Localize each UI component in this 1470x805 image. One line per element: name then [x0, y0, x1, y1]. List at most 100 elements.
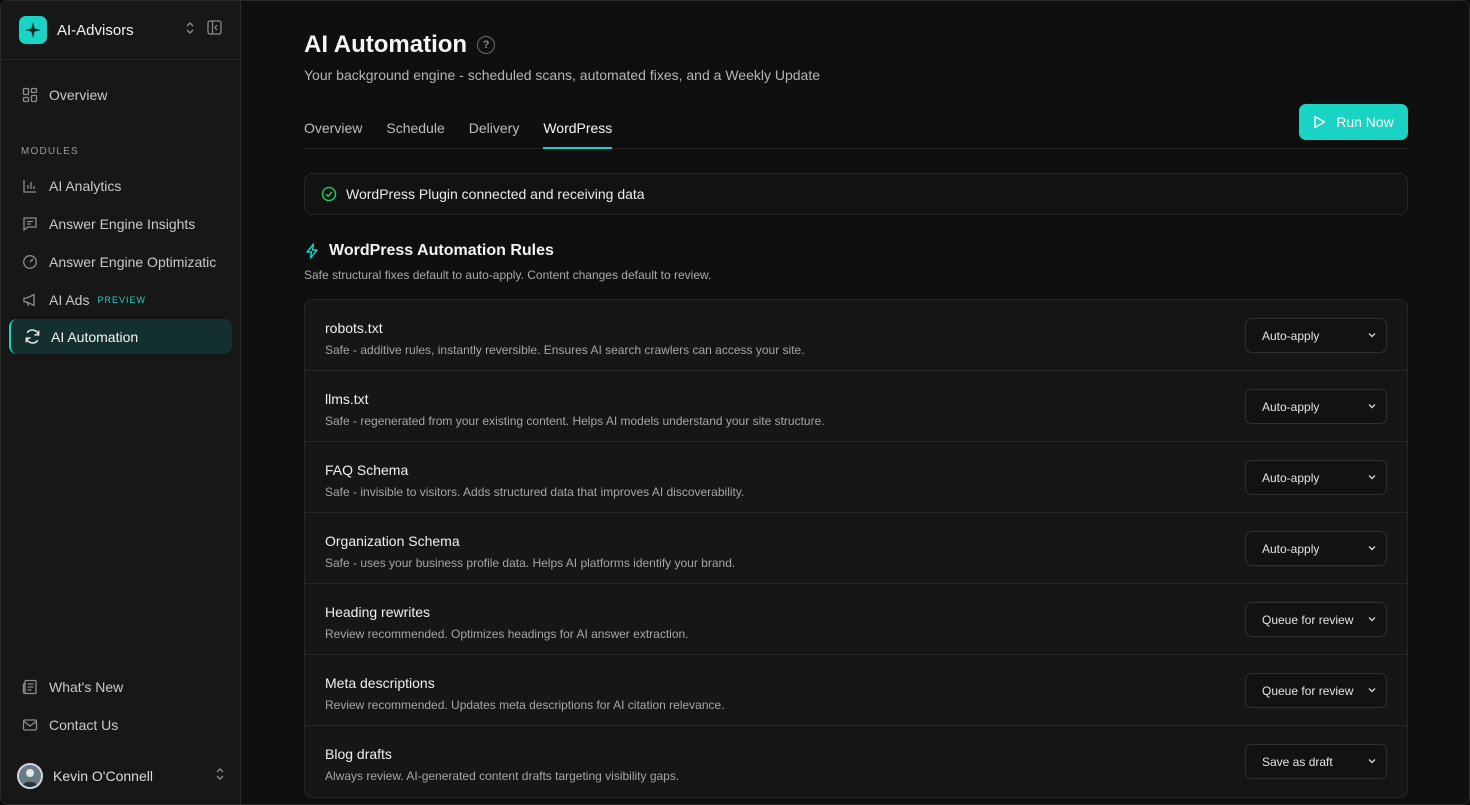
sidebar-item-answer-engine-insights[interactable]: Answer Engine Insights: [9, 206, 232, 241]
sidebar-item-ai-automation[interactable]: AI Automation: [9, 319, 232, 354]
sidebar-item-label: AI Analytics: [49, 177, 122, 194]
app-window: AI-Advisors Overview MODULES AI Analytic…: [0, 0, 1470, 805]
rule-name: Meta descriptions: [325, 675, 435, 691]
user-name: Kevin O'Connell: [53, 768, 153, 784]
sidebar-item-overview[interactable]: Overview: [9, 77, 232, 112]
sidebar-item-ai-analytics[interactable]: AI Analytics: [9, 168, 232, 203]
sparkle-logo-icon: [19, 16, 47, 44]
sidebar: AI-Advisors Overview MODULES AI Analytic…: [1, 1, 241, 804]
rule-mode-value: Auto-apply: [1262, 399, 1320, 414]
chevron-down-icon: [1366, 755, 1378, 767]
tab-delivery[interactable]: Delivery: [469, 109, 520, 149]
rule-name: Heading rewrites: [325, 604, 431, 620]
sidebar-item-label: AI Automation: [51, 328, 139, 345]
sidebar-item-contact-us[interactable]: Contact Us: [9, 707, 232, 742]
rule-row-organization-schema: Organization Schema Safe - uses your bus…: [305, 513, 1407, 584]
rule-row-meta-descriptions: Meta descriptions Review recommended. Up…: [305, 655, 1407, 726]
rule-description: Always review. AI-generated content draf…: [325, 769, 680, 783]
chevron-down-icon: [1366, 684, 1378, 696]
grid-icon: [21, 86, 39, 104]
rules-list: robots.txt Safe - additive rules, instan…: [304, 299, 1408, 798]
page-title: AI Automation ?: [304, 31, 496, 59]
check-circle-icon: [321, 186, 337, 202]
rule-description: Safe - additive rules, instantly reversi…: [325, 343, 805, 357]
avatar: [17, 763, 43, 789]
rule-description: Review recommended. Updates meta descrip…: [325, 698, 725, 712]
rule-mode-select[interactable]: Queue for review: [1245, 602, 1387, 637]
user-menu[interactable]: Kevin O'Connell: [17, 762, 225, 790]
bar-chart-icon: [21, 177, 39, 195]
sidebar-item-label: Answer Engine Optimizatic: [49, 253, 217, 270]
bolt-icon: [304, 243, 320, 259]
sidebar-collapse-icon[interactable]: [207, 20, 222, 40]
main-content: AI Automation ? Your background engine -…: [241, 1, 1469, 804]
help-icon[interactable]: ?: [477, 36, 496, 54]
message-icon: [21, 215, 39, 233]
chevron-down-icon: [1366, 400, 1378, 412]
rules-section-subtitle: Safe structural fixes default to auto-ap…: [304, 268, 712, 282]
page-subtitle: Your background engine - scheduled scans…: [304, 67, 820, 83]
rule-mode-select[interactable]: Queue for review: [1245, 673, 1387, 708]
preview-badge: PREVIEW: [97, 294, 146, 305]
rule-mode-value: Save as draft: [1262, 754, 1333, 769]
modules-section-label: MODULES: [21, 146, 79, 157]
rule-row-llms-txt: llms.txt Safe - regenerated from your ex…: [305, 371, 1407, 442]
sidebar-item-label: Overview: [49, 86, 108, 103]
chevrons-updown-icon[interactable]: [185, 21, 195, 40]
sidebar-item-label: What's New: [49, 678, 124, 695]
workspace-name[interactable]: AI-Advisors: [57, 22, 185, 39]
connection-status-banner: WordPress Plugin connected and receiving…: [304, 173, 1408, 215]
chevron-down-icon: [1366, 613, 1378, 625]
rule-mode-select[interactable]: Auto-apply: [1245, 460, 1387, 495]
run-now-button[interactable]: Run Now: [1299, 104, 1408, 140]
rules-section-title-text: WordPress Automation Rules: [329, 242, 554, 259]
rule-name: robots.txt: [325, 320, 383, 336]
brand-header: AI-Advisors: [1, 1, 240, 60]
rule-description: Review recommended. Optimizes headings f…: [325, 627, 689, 641]
rule-name: llms.txt: [325, 391, 369, 407]
tab-overview[interactable]: Overview: [304, 109, 362, 149]
tab-wordpress[interactable]: WordPress: [543, 109, 613, 149]
chevron-down-icon: [1366, 329, 1378, 341]
sidebar-item-label: AI Ads: [49, 291, 90, 308]
rule-mode-value: Auto-apply: [1262, 328, 1320, 343]
tab-bar: Overview Schedule Delivery WordPress: [304, 109, 1408, 149]
rules-section-title: WordPress Automation Rules: [304, 242, 554, 260]
rule-row-blog-drafts: Blog drafts Always review. AI-generated …: [305, 726, 1407, 797]
rule-mode-select[interactable]: Auto-apply: [1245, 531, 1387, 566]
chevrons-updown-icon[interactable]: [215, 767, 225, 786]
sidebar-item-whats-new[interactable]: What's New: [9, 669, 232, 704]
rule-row-heading-rewrites: Heading rewrites Review recommended. Opt…: [305, 584, 1407, 655]
rule-row-robots-txt: robots.txt Safe - additive rules, instan…: [305, 300, 1407, 371]
rule-name: Blog drafts: [325, 746, 392, 762]
sidebar-item-ai-ads[interactable]: AI Ads PREVIEW: [9, 282, 232, 317]
mail-icon: [21, 716, 39, 734]
gauge-icon: [21, 253, 39, 271]
rule-mode-select[interactable]: Auto-apply: [1245, 318, 1387, 353]
sidebar-item-label: Answer Engine Insights: [49, 215, 196, 232]
rule-mode-select[interactable]: Save as draft: [1245, 744, 1387, 779]
rule-row-faq-schema: FAQ Schema Safe - invisible to visitors.…: [305, 442, 1407, 513]
tab-schedule[interactable]: Schedule: [386, 109, 444, 149]
chevron-down-icon: [1366, 542, 1378, 554]
rule-name: Organization Schema: [325, 533, 460, 549]
rule-name: FAQ Schema: [325, 462, 409, 478]
rule-description: Safe - uses your business profile data. …: [325, 556, 736, 570]
page-title-text: AI Automation: [304, 31, 468, 58]
chevron-down-icon: [1366, 471, 1378, 483]
rule-mode-value: Auto-apply: [1262, 470, 1320, 485]
rule-description: Safe - regenerated from your existing co…: [325, 414, 825, 428]
rule-mode-select[interactable]: Auto-apply: [1245, 389, 1387, 424]
sidebar-item-label: Contact Us: [49, 716, 119, 733]
play-icon: [1313, 115, 1326, 129]
newspaper-icon: [21, 678, 39, 696]
run-now-label: Run Now: [1336, 114, 1394, 130]
sidebar-item-answer-engine-optimization[interactable]: Answer Engine Optimizatic: [9, 244, 232, 279]
megaphone-icon: [21, 291, 39, 309]
rule-mode-value: Auto-apply: [1262, 541, 1320, 556]
connection-status-text: WordPress Plugin connected and receiving…: [346, 186, 645, 202]
refresh-icon: [23, 328, 41, 346]
rule-mode-value: Queue for review: [1262, 612, 1354, 627]
rule-description: Safe - invisible to visitors. Adds struc…: [325, 485, 745, 499]
rule-mode-value: Queue for review: [1262, 683, 1354, 698]
